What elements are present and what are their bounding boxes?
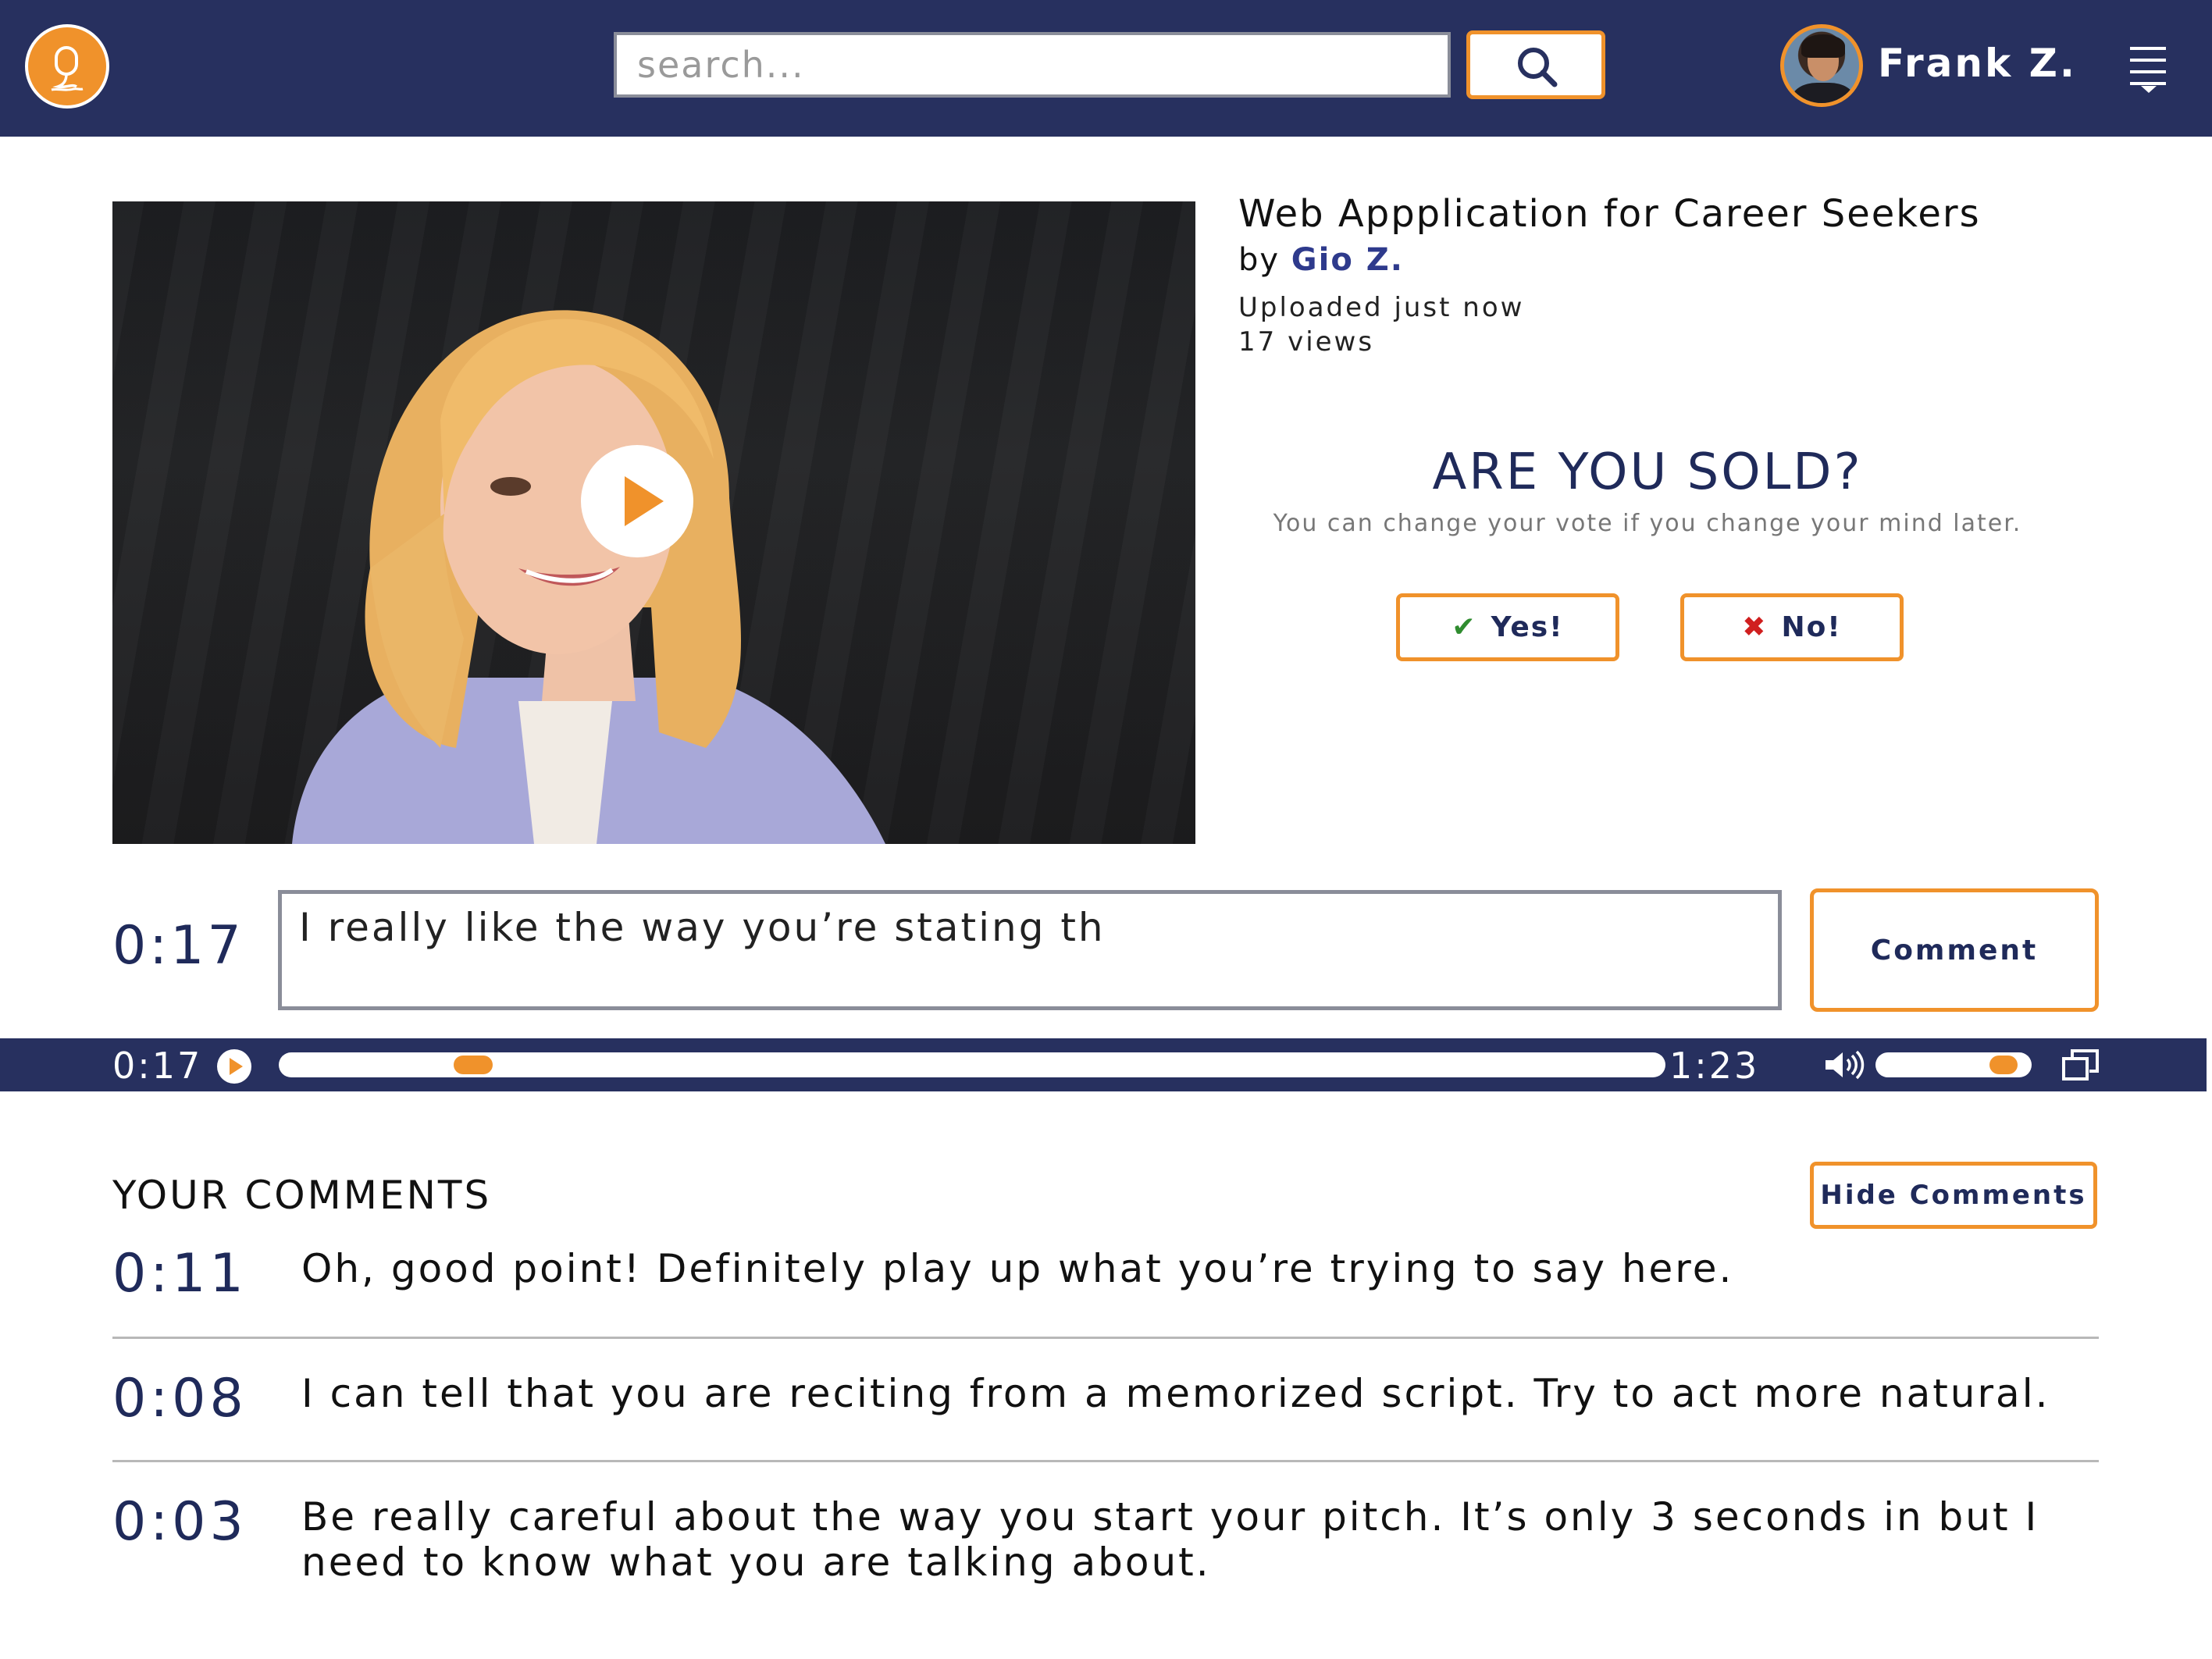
play-icon	[230, 1058, 243, 1075]
total-time: 1:23	[1669, 1045, 1760, 1087]
comment-item-text: Oh, good point! Definitely play up what …	[301, 1246, 1734, 1291]
play-icon	[625, 476, 664, 526]
player-controls: 0:17 1:23	[0, 1038, 2207, 1091]
progress-bar[interactable]	[279, 1052, 1665, 1077]
check-icon: ✔	[1452, 611, 1477, 643]
volume-handle[interactable]	[1989, 1056, 2018, 1074]
divider	[112, 1337, 2099, 1339]
comment-button[interactable]: Comment	[1810, 888, 2099, 1012]
video-title: Web Appplication for Career Seekers	[1238, 192, 1981, 236]
no-button[interactable]: ✖ No!	[1680, 593, 1904, 661]
no-label: No!	[1781, 611, 1842, 643]
comment-timestamp: 0:17	[112, 915, 244, 977]
search-input[interactable]	[614, 32, 1451, 98]
volume-icon[interactable]	[1822, 1049, 1866, 1080]
byline: by Gio Z.	[1238, 242, 1404, 278]
x-icon: ✖	[1742, 611, 1768, 643]
logo-icon[interactable]	[25, 24, 109, 109]
comment-item-time[interactable]: 0:08	[112, 1368, 248, 1429]
comment-input[interactable]: I really like the way you’re stating th	[278, 890, 1782, 1010]
comments-heading: YOUR COMMENTS	[112, 1173, 492, 1218]
view-count: 17 views	[1238, 326, 1375, 358]
avatar[interactable]	[1780, 24, 1863, 107]
top-navbar: Frank Z.	[0, 0, 2212, 137]
vote-subtext: You can change your vote if you change y…	[1273, 510, 2022, 537]
volume-slider[interactable]	[1875, 1052, 2032, 1077]
yes-label: Yes!	[1491, 611, 1564, 643]
search-icon	[1518, 48, 1558, 87]
divider	[112, 1460, 2099, 1462]
progress-handle[interactable]	[453, 1056, 493, 1074]
by-label: by	[1238, 242, 1281, 278]
play-button[interactable]	[217, 1049, 251, 1084]
fullscreen-icon[interactable]	[2061, 1048, 2100, 1082]
user-name[interactable]: Frank Z.	[1878, 41, 2077, 86]
yes-button[interactable]: ✔ Yes!	[1396, 593, 1619, 661]
search-button[interactable]	[1466, 30, 1605, 99]
video-play-button[interactable]	[581, 445, 693, 557]
vote-heading: ARE YOU SOLD?	[1432, 443, 1863, 501]
video-player[interactable]	[112, 201, 1195, 844]
hide-comments-button[interactable]: Hide Comments	[1810, 1162, 2097, 1229]
comment-item-text: I can tell that you are reciting from a …	[301, 1371, 2050, 1416]
author-link[interactable]: Gio Z.	[1291, 242, 1404, 278]
menu-icon[interactable]	[2130, 47, 2169, 93]
upload-date: Uploaded just now	[1238, 292, 1525, 323]
current-time: 0:17	[112, 1045, 203, 1087]
comment-item-text: Be really careful about the way you star…	[301, 1494, 2039, 1585]
comment-item-time[interactable]: 0:03	[112, 1491, 248, 1553]
comment-item-time[interactable]: 0:11	[112, 1243, 248, 1305]
